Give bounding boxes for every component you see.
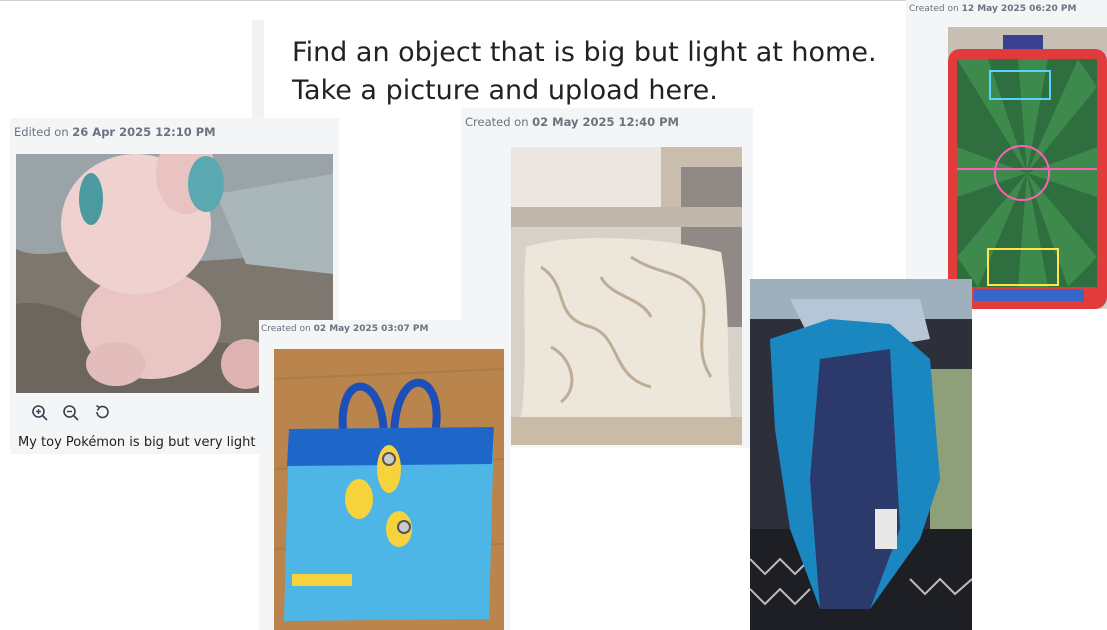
post-image-tote[interactable]: [274, 349, 504, 630]
zoom-in-icon[interactable]: [30, 403, 50, 423]
question-line-2: Take a picture and upload here.: [292, 75, 718, 106]
question-line-1: Find an object that is big but light at …: [292, 37, 877, 68]
question-text: Find an object that is big but light at …: [292, 34, 892, 110]
reset-icon[interactable]: [92, 403, 112, 423]
post-meta: Created on 02 May 2025 03:07 PM: [261, 324, 429, 334]
post-meta: Edited on 26 Apr 2025 12:10 PM: [14, 125, 216, 139]
post-image-cushion[interactable]: [511, 147, 742, 445]
question-panel: [252, 20, 264, 118]
post-image-jacket[interactable]: [750, 279, 972, 630]
zoom-out-icon[interactable]: [61, 403, 81, 423]
post-meta: Created on 02 May 2025 12:40 PM: [465, 115, 680, 129]
post-image-air-hockey[interactable]: [948, 27, 1107, 309]
post-caption: My toy Pokémon is big but very light: [18, 435, 256, 450]
post-meta: Created on 12 May 2025 06:20 PM: [909, 4, 1077, 14]
